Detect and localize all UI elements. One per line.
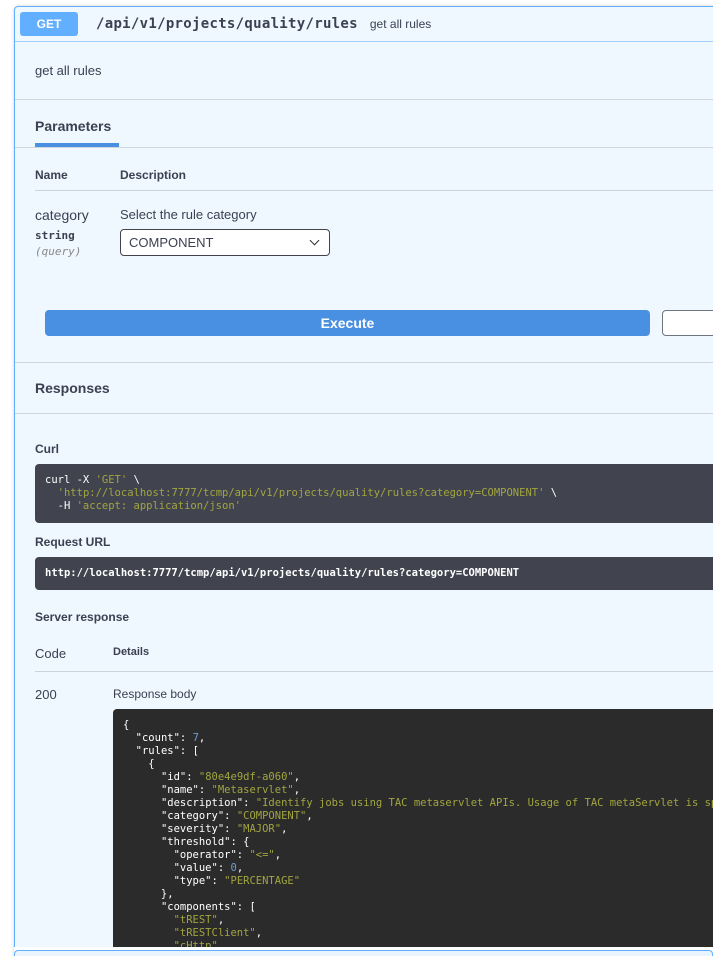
next-opblock-summary[interactable] bbox=[14, 950, 713, 956]
parameter-row: category string (query) Select the rule … bbox=[35, 191, 713, 304]
curl-command: curl -X 'GET' \ 'http://localhost:7777/t… bbox=[35, 464, 713, 523]
endpoint-description: get all rules bbox=[15, 42, 713, 100]
response-body: { "count": 7, "rules": [ { "id": "80e4e9… bbox=[113, 709, 713, 956]
responses-inner: Curl curl -X 'GET' \ 'http://localhost:7… bbox=[15, 414, 713, 956]
opblock-container: GET /api/v1/projects/quality/rules get a… bbox=[0, 0, 713, 956]
parameter-location: (query) bbox=[35, 245, 120, 258]
execute-row: Execute Clear bbox=[15, 304, 713, 362]
http-method-badge: GET bbox=[20, 12, 78, 36]
category-select[interactable]: COMPONENT bbox=[120, 229, 330, 256]
tab-parameters[interactable]: Parameters bbox=[35, 118, 119, 147]
opblock-get-rules: GET /api/v1/projects/quality/rules get a… bbox=[14, 6, 713, 956]
parameters-table-head: Name Description bbox=[35, 148, 713, 191]
opblock-summary[interactable]: GET /api/v1/projects/quality/rules get a… bbox=[15, 7, 713, 42]
curl-label: Curl bbox=[35, 442, 713, 456]
swagger-page: GET /api/v1/projects/quality/rules get a… bbox=[0, 0, 713, 956]
responses-section-header: Responses bbox=[15, 362, 713, 414]
clear-button[interactable]: Clear bbox=[662, 310, 713, 336]
parameters-tab-header: Parameters bbox=[15, 100, 713, 148]
status-code: 200 bbox=[35, 687, 113, 956]
parameter-name: category bbox=[35, 207, 120, 223]
details-header: Details bbox=[113, 646, 713, 661]
next-opblock-gap bbox=[14, 947, 713, 956]
server-response-label: Server response bbox=[35, 610, 713, 624]
server-response-row: 200 Response body { "count": 7, "rules":… bbox=[35, 672, 713, 956]
param-col-name-header: Name bbox=[35, 168, 120, 182]
endpoint-path[interactable]: /api/v1/projects/quality/rules bbox=[86, 16, 368, 32]
parameter-type: string bbox=[35, 229, 120, 242]
parameters-table: Name Description category string (query)… bbox=[15, 148, 713, 304]
parameter-description: Select the rule category bbox=[120, 207, 713, 222]
endpoint-summary-text: get all rules bbox=[370, 17, 431, 31]
request-url-label: Request URL bbox=[35, 535, 713, 549]
request-url: http://localhost:7777/tcmp/api/v1/projec… bbox=[35, 557, 713, 590]
code-header: Code bbox=[35, 646, 113, 661]
param-col-description-header: Description bbox=[120, 168, 713, 182]
responses-title: Responses bbox=[35, 380, 110, 396]
response-body-label: Response body bbox=[113, 687, 713, 701]
server-response-table-head: Code Details bbox=[35, 632, 713, 672]
category-select-wrap: COMPONENT bbox=[120, 229, 330, 256]
execute-button[interactable]: Execute bbox=[45, 310, 650, 336]
